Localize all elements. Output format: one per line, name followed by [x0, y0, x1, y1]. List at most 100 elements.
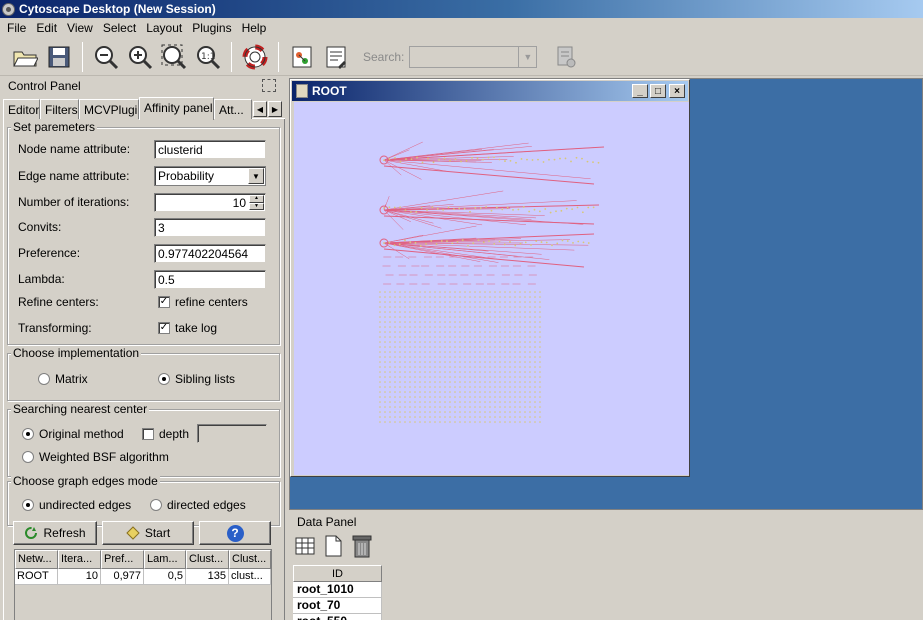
close-icon[interactable]: ×	[669, 84, 685, 98]
inspector-icon[interactable]	[549, 40, 583, 74]
network-window-titlebar[interactable]: ROOT _ □ ×	[292, 81, 688, 101]
lambda-field[interactable]: 0.5	[154, 270, 266, 289]
network-node	[439, 316, 441, 318]
undirected-edges-radio[interactable]	[22, 499, 34, 511]
table-row[interactable]: root_1010	[293, 582, 382, 598]
minimize-icon[interactable]: _	[632, 84, 648, 98]
network-create-icon[interactable]	[285, 40, 319, 74]
help-lifebuoy-icon[interactable]	[238, 40, 272, 74]
open-folder-icon[interactable]	[8, 40, 42, 74]
network-node	[469, 366, 471, 368]
zoom-fit-icon[interactable]	[157, 40, 191, 74]
menu-file[interactable]: File	[2, 21, 31, 35]
take-log-checkbox[interactable]: ✓	[158, 322, 170, 334]
network-node	[514, 326, 516, 328]
network-node	[469, 336, 471, 338]
network-node	[429, 306, 431, 308]
chevron-down-icon[interactable]: ▼	[248, 168, 264, 184]
col-clusters[interactable]: Clust...	[186, 550, 229, 569]
convits-field[interactable]: 3	[154, 218, 266, 237]
results-table[interactable]: Netw... Itera... Pref... Lam... Clust...…	[14, 549, 272, 620]
edge-name-select[interactable]: Probability ▼	[154, 166, 266, 186]
table-row[interactable]: root_550	[293, 614, 382, 620]
network-node	[469, 406, 471, 408]
tab-editor[interactable]: Editor	[3, 99, 40, 119]
table-row[interactable]: root_70	[293, 598, 382, 614]
spinner-buttons[interactable]: ▲ ▼	[249, 195, 264, 210]
data-table[interactable]: ID root_1010 root_70 root_550	[293, 565, 382, 620]
new-attribute-icon[interactable]	[322, 534, 344, 558]
network-node	[419, 361, 421, 363]
menu-layout[interactable]: Layout	[141, 21, 187, 35]
col-id[interactable]: ID	[293, 565, 382, 582]
preference-field[interactable]: 0.977402204564	[154, 244, 266, 263]
undock-icon[interactable]	[262, 79, 276, 92]
start-button[interactable]: Start	[102, 521, 194, 545]
spin-down-icon[interactable]: ▼	[249, 202, 264, 210]
zoom-out-icon[interactable]	[89, 40, 123, 74]
chevron-down-icon[interactable]: ▼	[519, 47, 536, 67]
network-node	[524, 421, 526, 423]
tab-filters[interactable]: Filters	[40, 99, 79, 119]
col-clust[interactable]: Clust...	[229, 550, 271, 569]
menu-select[interactable]: Select	[98, 21, 141, 35]
network-node	[534, 351, 536, 353]
matrix-radio[interactable]	[38, 373, 50, 385]
save-icon[interactable]	[42, 40, 76, 74]
delete-attribute-icon[interactable]	[350, 533, 374, 559]
network-node	[389, 371, 391, 373]
tab-scroll-right-icon[interactable]: ▶	[268, 101, 282, 117]
table-row[interactable]: ROOT 10 0,977 0,5 135 clust...	[15, 569, 271, 585]
tab-scroll-left-icon[interactable]: ◀	[253, 101, 267, 117]
network-window[interactable]: ROOT _ □ ×	[290, 79, 690, 477]
col-preference[interactable]: Pref...	[101, 550, 144, 569]
network-canvas[interactable]	[294, 102, 689, 475]
directed-edges-radio[interactable]	[150, 499, 162, 511]
menu-view[interactable]: View	[62, 21, 98, 35]
search-field[interactable]	[410, 46, 520, 67]
col-iterations[interactable]: Itera...	[58, 550, 101, 569]
network-node	[514, 376, 516, 378]
depth-checkbox[interactable]	[142, 428, 154, 440]
zoom-in-icon[interactable]	[123, 40, 157, 74]
network-node	[520, 158, 523, 160]
depth-field[interactable]	[197, 424, 267, 443]
search-input[interactable]: ▼	[409, 45, 538, 68]
select-attributes-icon[interactable]	[294, 535, 316, 557]
iterations-spinner[interactable]: 10 ▲ ▼	[154, 193, 266, 212]
refine-centers-checkbox[interactable]: ✓	[158, 296, 170, 308]
vizmapper-icon[interactable]	[319, 40, 353, 74]
network-node	[459, 396, 461, 398]
network-node	[534, 311, 536, 313]
tab-mcvplugin[interactable]: MCVPlugin	[79, 99, 139, 119]
network-node	[439, 366, 441, 368]
network-node	[399, 206, 402, 209]
menu-plugins[interactable]: Plugins	[187, 21, 236, 35]
maximize-icon[interactable]: □	[650, 84, 666, 98]
weighted-bsf-radio[interactable]	[22, 451, 34, 463]
menu-help[interactable]: Help	[237, 21, 272, 35]
network-node	[439, 421, 441, 423]
tab-affinity-panel[interactable]: Affinity panel	[139, 97, 214, 120]
col-lambda[interactable]: Lam...	[144, 550, 186, 569]
zoom-selected-icon[interactable]: 1:1	[191, 40, 225, 74]
network-node	[499, 406, 501, 408]
help-button[interactable]: ?	[199, 521, 271, 545]
tab-attributes[interactable]: Att...	[214, 99, 252, 119]
original-method-radio[interactable]	[22, 428, 34, 440]
menu-edit[interactable]: Edit	[31, 21, 62, 35]
network-node	[444, 421, 446, 423]
refresh-button[interactable]: Refresh	[13, 521, 97, 545]
sibling-lists-radio[interactable]	[158, 373, 170, 385]
network-node	[439, 321, 441, 323]
network-node	[414, 321, 416, 323]
network-node	[485, 206, 488, 208]
col-network[interactable]: Netw...	[15, 550, 58, 569]
network-node	[414, 316, 416, 318]
spin-up-icon[interactable]: ▲	[249, 195, 264, 203]
network-node	[419, 336, 421, 338]
network-node	[484, 341, 486, 343]
network-node	[488, 240, 490, 243]
network-node	[389, 321, 391, 323]
node-name-field[interactable]: clusterid	[154, 140, 266, 159]
